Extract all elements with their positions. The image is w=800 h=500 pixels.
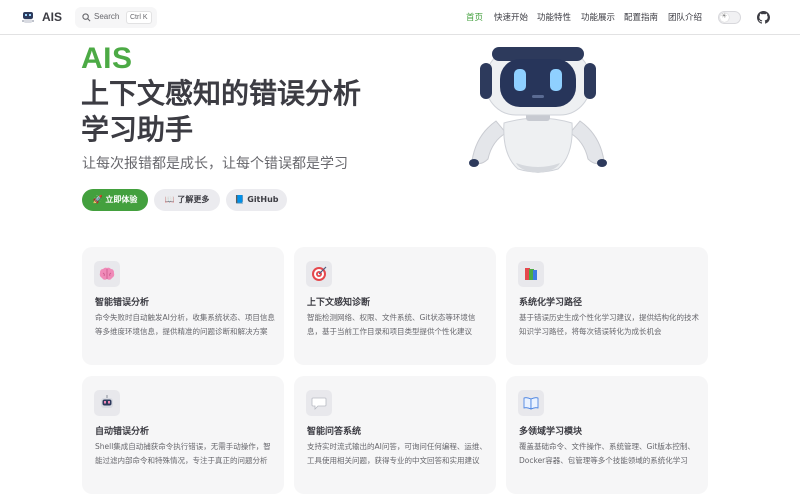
books-icon bbox=[518, 261, 544, 287]
feature-title: 自动错误分析 bbox=[95, 427, 150, 437]
github-icon[interactable] bbox=[757, 11, 770, 24]
speech-bubble-icon bbox=[306, 390, 332, 416]
robot-icon bbox=[94, 390, 120, 416]
feature-title: 系统化学习路径 bbox=[519, 298, 583, 308]
search-icon bbox=[82, 13, 91, 22]
feature-card[interactable]: 上下文感知诊断 智能检测网络、权限、文件系统、Git状态等环境信息，基于当前工作… bbox=[294, 247, 496, 365]
feature-description: 支持实时流式输出的AI问答，可询问任何编程、运维、工具使用相关问题，获得专业的中… bbox=[307, 442, 487, 465]
feature-title: 智能错误分析 bbox=[95, 298, 150, 308]
robot-logo-icon[interactable] bbox=[20, 9, 36, 25]
top-navbar: AIS Search Ctrl K 首页 快速开始 功能特性 功能展示 配置指南… bbox=[0, 0, 800, 35]
try-now-button[interactable]: 🚀 立即体验 bbox=[82, 189, 148, 211]
nav-showcase[interactable]: 功能展示 bbox=[581, 11, 615, 23]
hero-title-line-1: 上下文感知的错误分析 bbox=[81, 77, 362, 110]
hero-tagline: 让每次报错都是成长，让每个错误都是学习 bbox=[82, 156, 348, 172]
nav-quick-start[interactable]: 快速开始 bbox=[494, 11, 528, 23]
brain-icon bbox=[94, 261, 120, 287]
theme-toggle[interactable]: ☀ bbox=[718, 11, 741, 24]
feature-title: 智能问答系统 bbox=[307, 427, 362, 437]
search-shortcut-hint: Ctrl K bbox=[126, 11, 152, 24]
feature-description: Shell集成自动捕获命令执行错误，无需手动操作，智能过滤内部命令和特殊情况，专… bbox=[95, 442, 271, 465]
site-title[interactable]: AIS bbox=[42, 10, 62, 24]
github-button[interactable]: 📘 GitHub bbox=[226, 189, 287, 211]
open-book-icon bbox=[518, 390, 544, 416]
feature-card[interactable]: 多领域学习模块 覆盖基础命令、文件操作、系统管理、Git版本控制、Docker容… bbox=[506, 376, 708, 494]
search-label: Search bbox=[94, 12, 120, 21]
nav-features[interactable]: 功能特性 bbox=[537, 11, 571, 23]
robot-mascot-image bbox=[469, 47, 607, 173]
target-icon bbox=[306, 261, 332, 287]
hero-name: AIS bbox=[81, 42, 133, 75]
feature-description: 智能检测网络、权限、文件系统、Git状态等环境信息，基于当前工作目录和项目类型提… bbox=[307, 313, 476, 336]
feature-title: 多领域学习模块 bbox=[519, 427, 583, 437]
nav-home[interactable]: 首页 bbox=[466, 11, 483, 23]
nav-team[interactable]: 团队介绍 bbox=[668, 11, 702, 23]
feature-description: 基于错误历史生成个性化学习建议，提供结构化的技术知识学习路径，将每次错误转化为成… bbox=[519, 313, 699, 336]
nav-config-guide[interactable]: 配置指南 bbox=[624, 11, 658, 23]
feature-card[interactable]: 智能错误分析 命令失败时自动触发AI分析，收集系统状态、项目信息等多维度环境信息… bbox=[82, 247, 284, 365]
feature-title: 上下文感知诊断 bbox=[307, 298, 371, 308]
search-button[interactable]: Search Ctrl K bbox=[75, 7, 157, 28]
feature-card[interactable]: 系统化学习路径 基于错误历史生成个性化学习建议，提供结构化的技术知识学习路径，将… bbox=[506, 247, 708, 365]
learn-more-button[interactable]: 📖 了解更多 bbox=[154, 189, 220, 211]
hero-title-line-2: 学习助手 bbox=[81, 113, 194, 146]
sun-icon: ☀ bbox=[720, 12, 729, 22]
feature-description: 命令失败时自动触发AI分析，收集系统状态、项目信息等多维度环境信息，提供精准的问… bbox=[95, 313, 275, 336]
feature-card[interactable]: 智能问答系统 支持实时流式输出的AI问答，可询问任何编程、运维、工具使用相关问题… bbox=[294, 376, 496, 494]
feature-description: 覆盖基础命令、文件操作、系统管理、Git版本控制、Docker容器、包管理等多个… bbox=[519, 442, 695, 465]
feature-card[interactable]: 自动错误分析 Shell集成自动捕获命令执行错误，无需手动操作，智能过滤内部命令… bbox=[82, 376, 284, 494]
hero-title: 上下文感知的错误分析 学习助手 bbox=[81, 76, 421, 148]
